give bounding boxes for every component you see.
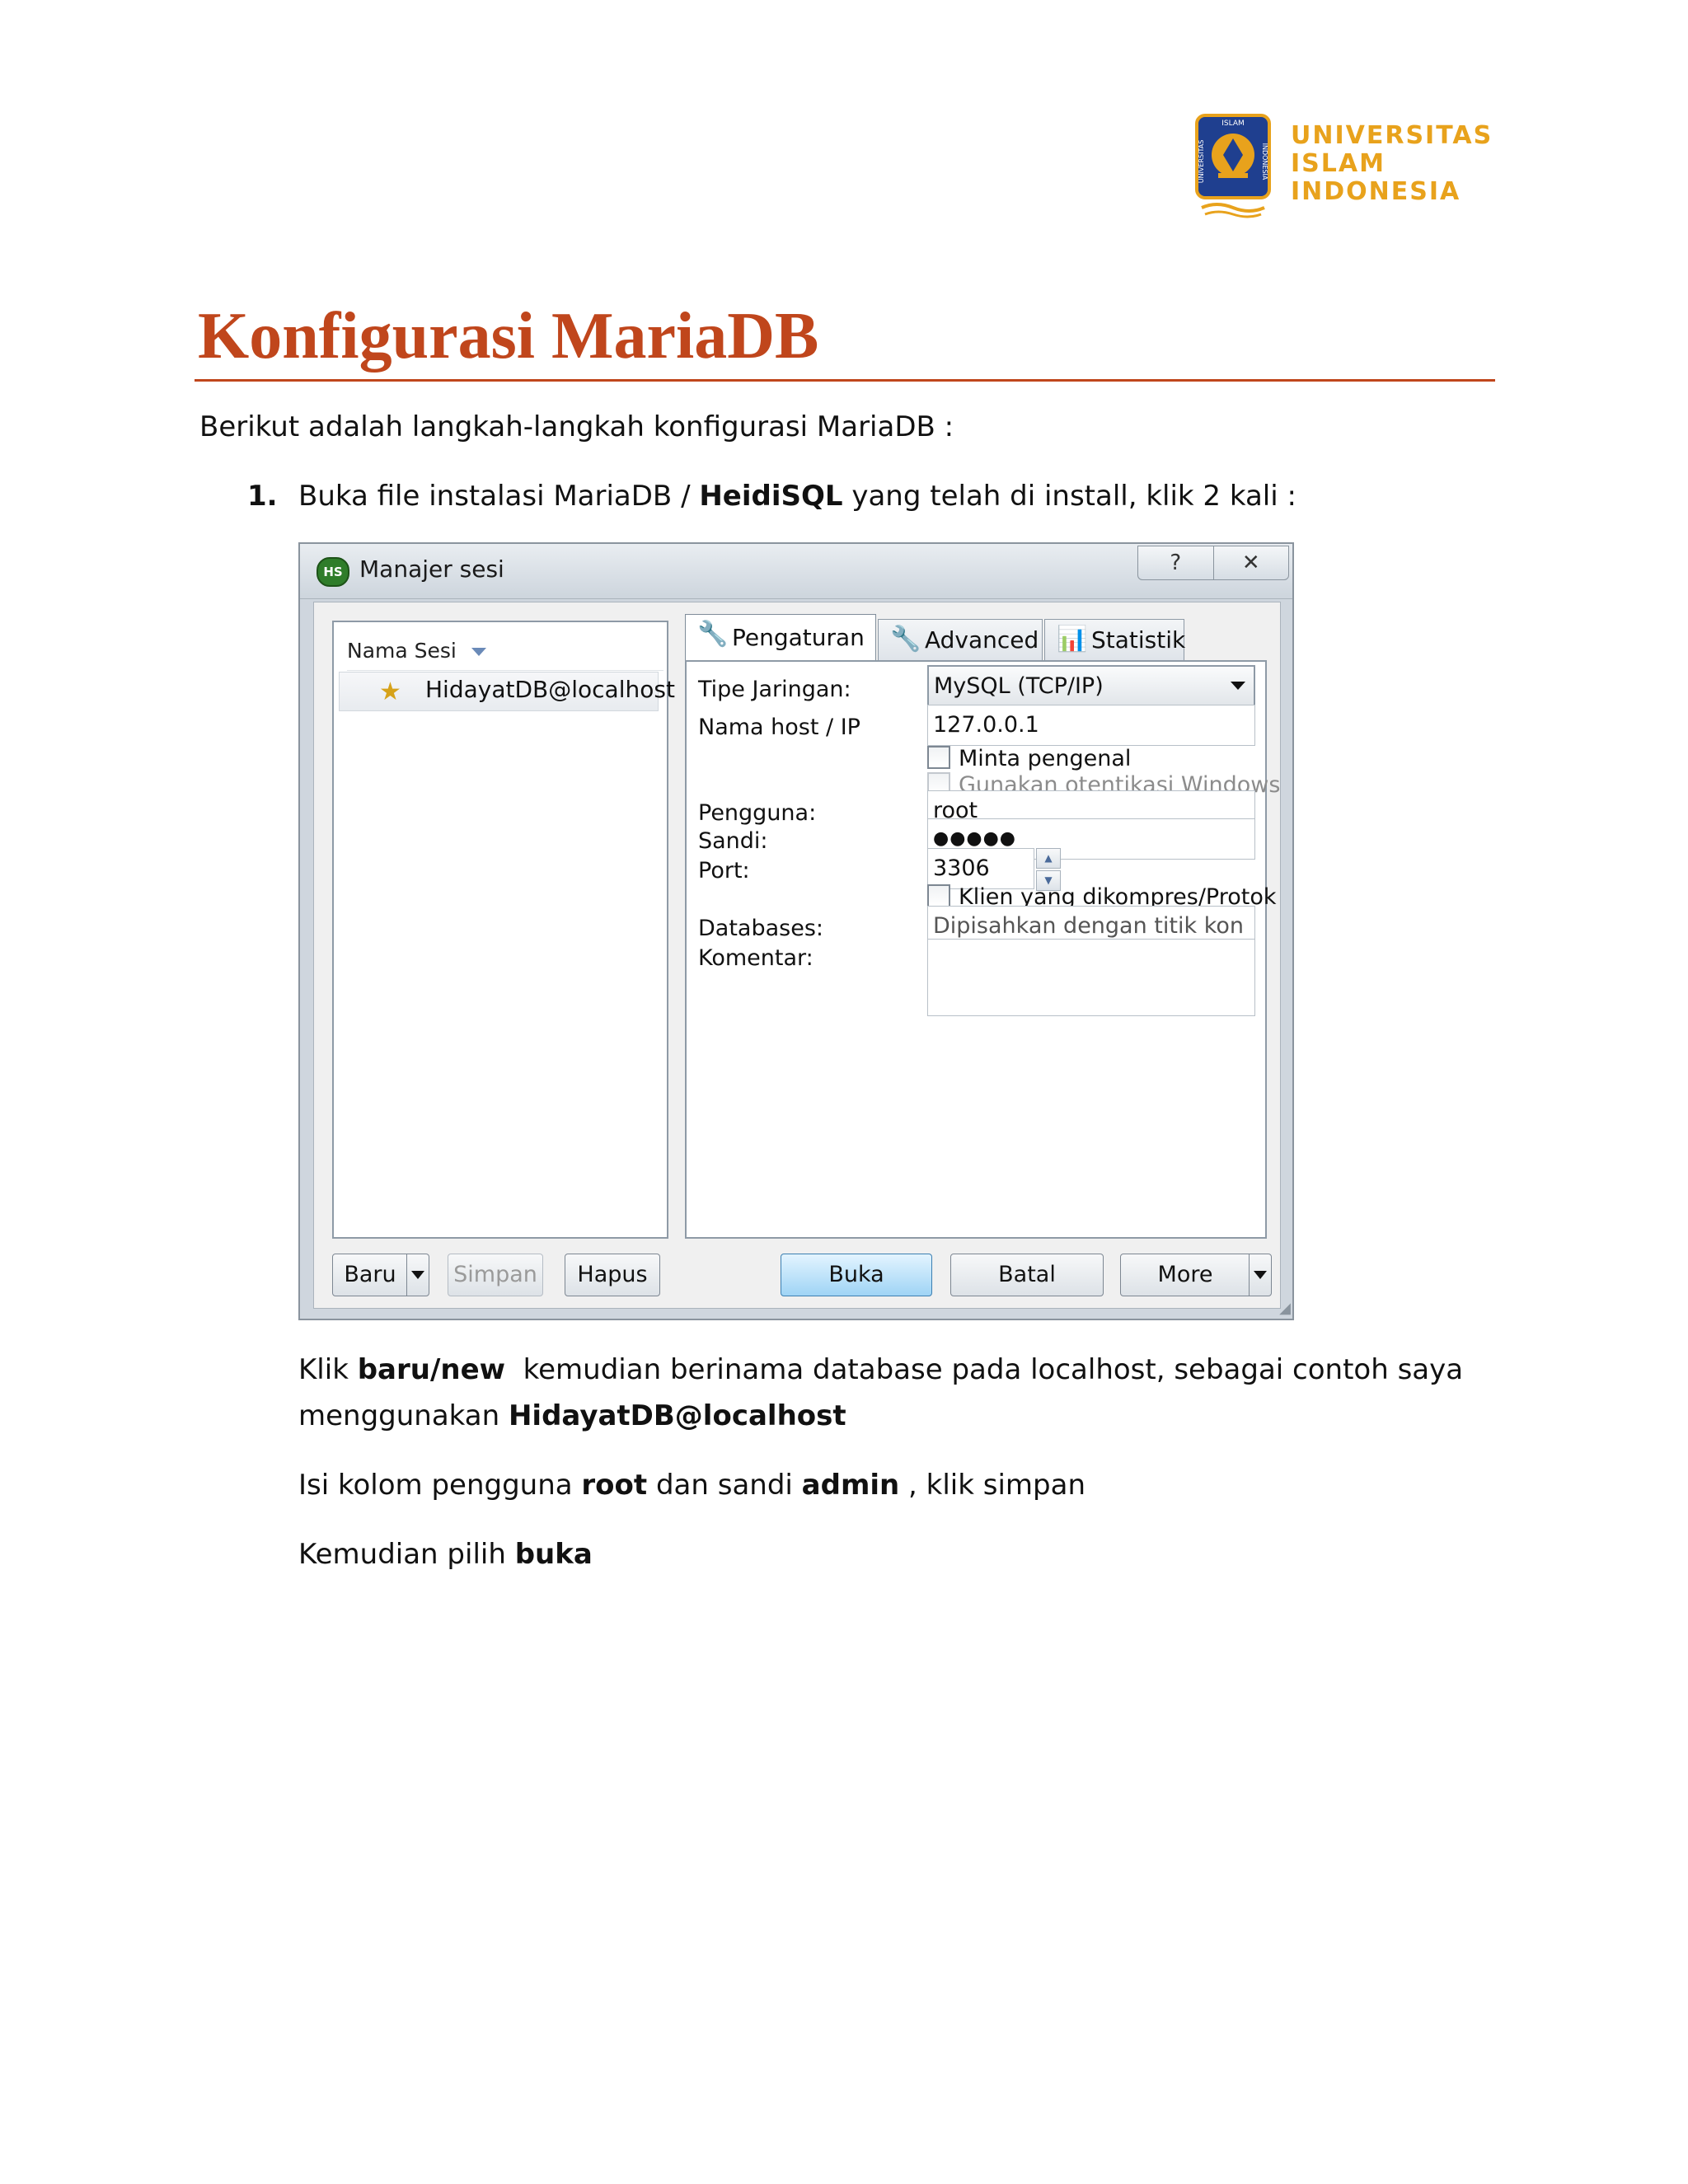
note-paragraph-1: Klik baru/new kemudian berinama database… <box>298 1353 1464 1386</box>
dialog-body: Nama Sesi ★ HidayatDB@localhost 🔧 Pengatu… <box>313 602 1281 1309</box>
titlebar-buttons: ? ✕ <box>1137 546 1289 580</box>
sort-arrow-icon <box>471 648 486 656</box>
more-button[interactable]: More <box>1120 1254 1272 1296</box>
logo-line-3: INDONESIA <box>1291 177 1461 206</box>
note-paragraph-2: Isi kolom pengguna root dan sandi admin … <box>298 1469 1085 1502</box>
resize-grip-icon[interactable]: ◢ <box>1279 1300 1291 1317</box>
tab-statistik[interactable]: 📊 Statistik <box>1044 619 1185 660</box>
tab-pengaturan[interactable]: 🔧 Pengaturan <box>685 614 876 660</box>
cancel-button[interactable]: Batal <box>950 1254 1104 1296</box>
bar-chart-icon: 📊 <box>1057 625 1088 654</box>
note-paragraph-3: Kemudian pilih buka <box>298 1538 593 1571</box>
checkbox-box <box>927 746 950 769</box>
port-input[interactable]: 3306 <box>927 848 1034 889</box>
network-type-select[interactable]: MySQL (TCP/IP) <box>927 665 1255 706</box>
wrench-icon: 🔧 <box>697 620 729 649</box>
chevron-down-icon <box>1231 682 1245 690</box>
host-label: Nama host / IP <box>698 715 860 740</box>
dialog-titlebar: HS Manajer sesi ? ✕ <box>300 544 1292 599</box>
port-spinner[interactable]: ▲ ▼ <box>1036 848 1061 891</box>
step-text: Buka file instalasi MariaDB / HeidiSQL y… <box>298 480 1296 513</box>
checkbox-box <box>927 884 950 907</box>
session-item-label: HidayatDB@localhost <box>425 676 675 703</box>
session-column-header[interactable]: Nama Sesi <box>347 632 663 671</box>
close-button[interactable]: ✕ <box>1214 546 1289 579</box>
dialog-title: Manajer sesi <box>359 555 504 583</box>
wrench-icon: 🔧 <box>890 625 921 654</box>
comment-label: Komentar: <box>698 945 814 971</box>
tab-advanced[interactable]: 🔧 Advanced <box>878 619 1043 660</box>
university-logo: ISLAM UNIVERSITAS INDONESIA UNIVERSITAS … <box>1193 112 1493 219</box>
logo-line-2: ISLAM <box>1291 149 1386 178</box>
comment-textarea[interactable] <box>927 939 1255 1016</box>
databases-label: Databases: <box>698 916 823 941</box>
step-number: 1. <box>247 480 278 513</box>
title-underline <box>195 379 1495 382</box>
session-item[interactable]: ★ HidayatDB@localhost <box>339 672 675 711</box>
logo-line-1: UNIVERSITAS <box>1291 121 1493 150</box>
delete-button[interactable]: Hapus <box>565 1254 660 1296</box>
session-list-panel: Nama Sesi ★ HidayatDB@localhost <box>332 621 675 1239</box>
open-button[interactable]: Buka <box>781 1254 932 1296</box>
session-manager-dialog: HS Manajer sesi ? ✕ Nama Sesi ★ HidayatD… <box>298 542 1294 1320</box>
page-title: Konfigurasi MariaDB <box>198 300 819 373</box>
svg-text:UNIVERSITAS: UNIVERSITAS <box>1198 140 1205 184</box>
help-button[interactable]: ? <box>1138 546 1214 579</box>
chevron-down-icon[interactable] <box>1249 1254 1271 1296</box>
host-input[interactable]: 127.0.0.1 <box>927 705 1255 746</box>
port-label: Port: <box>698 858 750 883</box>
chevron-down-icon[interactable] <box>406 1254 429 1296</box>
university-name: UNIVERSITAS ISLAM INDONESIA <box>1291 122 1493 206</box>
note-paragraph-1-cont: menggunakan HidayatDB@localhost <box>298 1399 846 1432</box>
spin-up-icon[interactable]: ▲ <box>1036 848 1061 869</box>
heidisql-bold: HeidiSQL <box>699 480 843 513</box>
user-label: Pengguna: <box>698 800 817 826</box>
svg-text:INDONESIA: INDONESIA <box>1261 143 1268 180</box>
intro-text: Berikut adalah langkah-langkah konfigura… <box>199 410 954 443</box>
university-emblem-icon: ISLAM UNIVERSITAS INDONESIA <box>1195 114 1271 218</box>
network-type-label: Tipe Jaringan: <box>698 677 851 702</box>
heidisql-app-icon: HS <box>316 557 349 587</box>
prompt-login-checkbox[interactable]: Minta pengenal <box>927 746 1131 771</box>
session-star-icon: ★ <box>379 677 401 706</box>
save-button[interactable]: Simpan <box>448 1254 543 1296</box>
svg-text:ISLAM: ISLAM <box>1221 120 1245 128</box>
password-label: Sandi: <box>698 828 768 854</box>
settings-panel: Tipe Jaringan: MySQL (TCP/IP) Nama host … <box>685 660 1280 1239</box>
new-session-button[interactable]: Baru <box>332 1254 429 1296</box>
